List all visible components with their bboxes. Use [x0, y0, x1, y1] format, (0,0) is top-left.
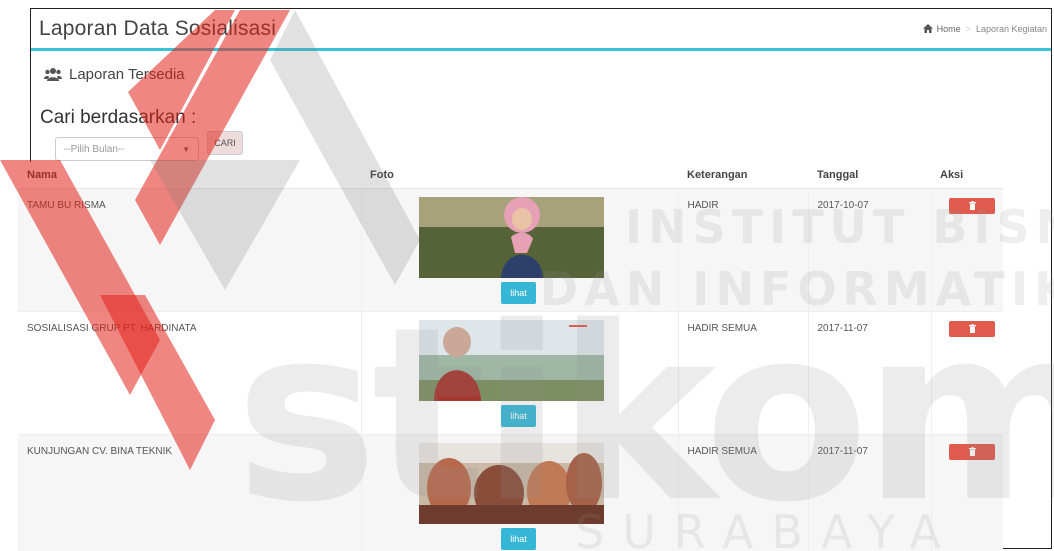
breadcrumb-separator: > — [965, 23, 971, 34]
users-icon — [44, 68, 62, 81]
cell-aksi — [931, 311, 1003, 435]
month-select-value: --Pilih Bulan-- — [64, 143, 125, 155]
cell-keterangan: HADIR — [678, 188, 809, 312]
delete-button[interactable] — [948, 320, 995, 337]
report-table: Nama Foto Keterangan Tanggal Aksi TAMU B… — [18, 162, 1003, 551]
breadcrumb-current: Laporan Kegiatan — [975, 23, 1047, 34]
column-header-keterangan: Keterangan — [678, 162, 808, 189]
cell-keterangan: HADIR SEMUA — [678, 434, 809, 551]
cell-nama: TAMU BU RISMA — [18, 188, 362, 312]
cell-keterangan: HADIR SEMUA — [678, 311, 809, 435]
home-icon — [922, 24, 933, 33]
table-header-row: Nama Foto Keterangan Tanggal Aksi — [18, 162, 1003, 189]
report-photo[interactable] — [418, 442, 604, 524]
column-header-nama: Nama — [18, 162, 361, 189]
page-title: Laporan Data Sosialisasi — [39, 16, 277, 40]
panel-header: Laporan Tersedia — [31, 51, 1051, 87]
trash-icon — [968, 446, 976, 456]
search-label: Cari berdasarkan : — [40, 107, 197, 128]
table-row: TAMU BU RISMA lihat HADIR 2017-10-07 — [18, 188, 1003, 312]
view-button[interactable]: lihat — [501, 281, 536, 304]
search-button[interactable]: CARI — [207, 131, 243, 155]
top-bar: Laporan Data Sosialisasi Home > Laporan … — [31, 9, 1051, 51]
delete-button[interactable] — [948, 197, 995, 214]
table-row: SOSIALISASI GRUP PT. HARDINATA lihat HAD… — [18, 311, 1003, 435]
column-header-tanggal: Tanggal — [808, 162, 931, 189]
breadcrumb: Home > Laporan Kegiatan — [922, 23, 1051, 34]
cell-nama: KUNJUNGAN CV. BINA TEKNIK — [18, 434, 362, 551]
filter-row: --Pilih Bulan-- ▼ CARI — [31, 129, 1051, 161]
table-row: KUNJUNGAN CV. BINA TEKNIK lihat HADIR SE… — [18, 434, 1003, 551]
report-photo[interactable] — [418, 196, 604, 278]
chevron-down-icon: ▼ — [182, 144, 190, 154]
report-photo[interactable] — [418, 319, 604, 401]
trash-icon — [968, 200, 976, 210]
cell-foto: lihat — [361, 434, 679, 551]
cell-tanggal: 2017-10-07 — [808, 188, 932, 312]
cell-nama: SOSIALISASI GRUP PT. HARDINATA — [18, 311, 362, 435]
breadcrumb-home-link[interactable]: Home — [937, 24, 961, 34]
view-button[interactable]: lihat — [501, 527, 536, 550]
column-header-foto: Foto — [361, 162, 678, 189]
cell-tanggal: 2017-11-07 — [808, 434, 932, 551]
cell-foto: lihat — [361, 311, 679, 435]
column-header-aksi: Aksi — [931, 162, 1003, 189]
delete-button[interactable] — [948, 443, 995, 460]
cell-aksi — [931, 188, 1003, 312]
view-button[interactable]: lihat — [501, 404, 536, 427]
cell-aksi — [931, 434, 1003, 551]
trash-icon — [968, 323, 976, 333]
panel-title: Laporan Tersedia — [69, 65, 185, 83]
cell-foto: lihat — [361, 188, 679, 312]
cell-tanggal: 2017-11-07 — [808, 311, 932, 435]
month-select[interactable]: --Pilih Bulan-- ▼ — [55, 137, 199, 161]
